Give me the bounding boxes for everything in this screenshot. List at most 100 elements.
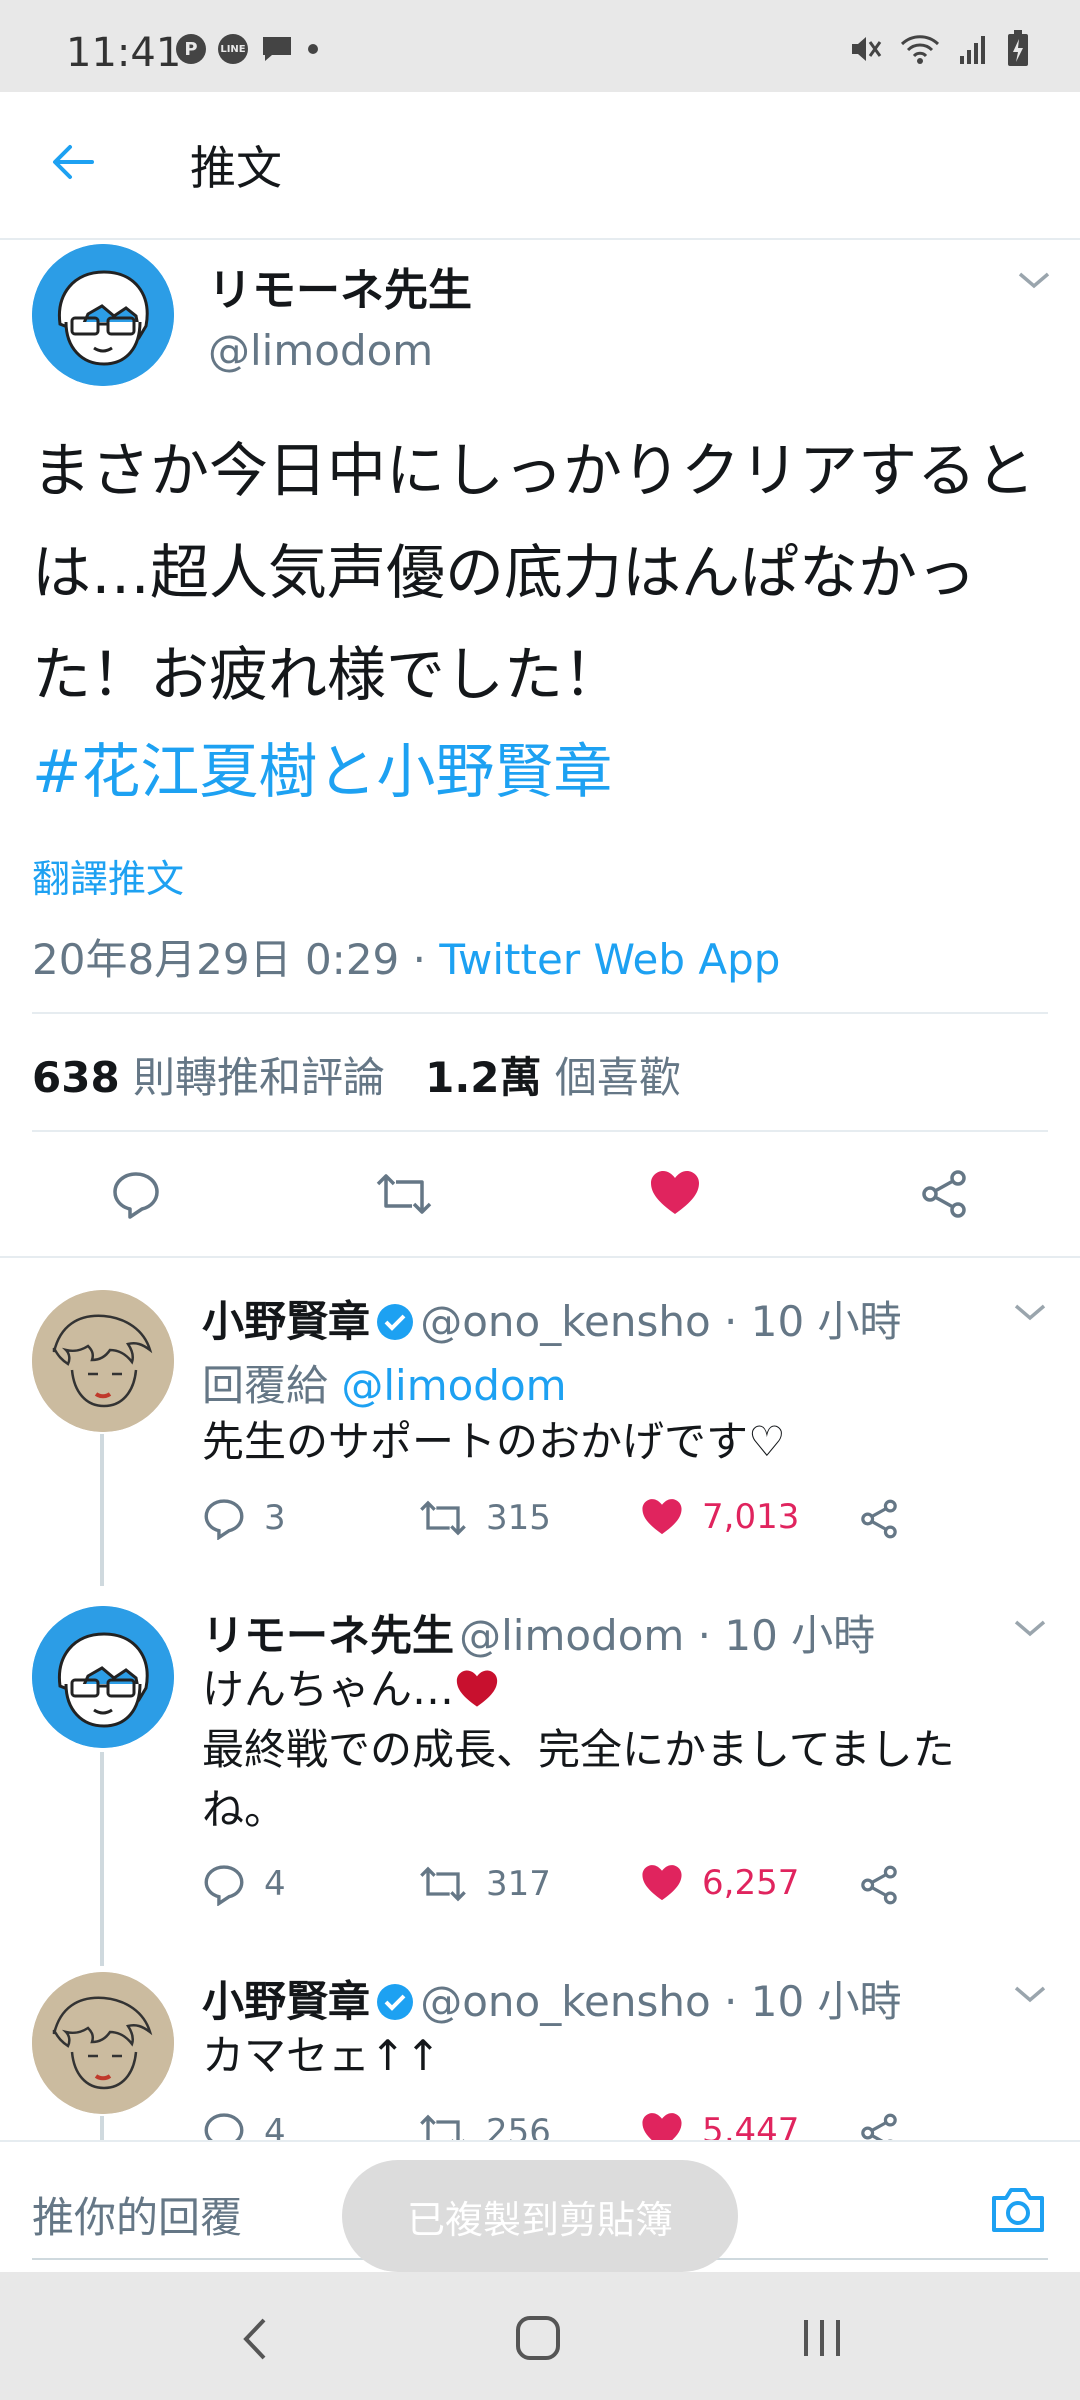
reply-icon — [204, 2113, 244, 2142]
verified-badge-icon — [377, 1984, 414, 2020]
divider — [0, 1256, 1080, 1258]
red-heart-emoji — [456, 1670, 498, 1707]
retweet-button[interactable]: 256 — [418, 2110, 551, 2142]
retweet-button[interactable]: 315 — [418, 1496, 551, 1540]
thread-line — [100, 1434, 104, 1586]
chevron-down-icon[interactable] — [1012, 1300, 1048, 1324]
tweet-stats: 638 則轉推和評論 1.2萬 個喜歡 — [32, 1044, 681, 1105]
tweet-hashtag[interactable]: #花江夏樹と小野賢章 — [32, 724, 612, 809]
author-handle[interactable]: @limodom — [208, 326, 433, 375]
reply-to-mention[interactable]: @limodom — [341, 1361, 566, 1410]
share-icon[interactable] — [858, 1864, 900, 1906]
reply-author-name[interactable]: 小野賢章 — [202, 1297, 370, 1346]
reply-to-label: 回覆給 — [202, 1361, 342, 1410]
like-count: 6,257 — [702, 1863, 800, 1903]
reply-text-part: けんちゃん… — [202, 1665, 455, 1714]
reply-text-line: ね。 — [202, 1785, 287, 1834]
app-header — [0, 92, 1080, 240]
reply-button[interactable]: 3 — [202, 1496, 286, 1540]
reply-text-line: けんちゃん… — [202, 1660, 1022, 1720]
translate-tweet-link[interactable]: 翻譯推文 — [32, 848, 184, 903]
likes-label[interactable]: 個喜歡 — [542, 1053, 681, 1102]
tweet-meta: 20年8月29日 0:29 · Twitter Web App — [32, 926, 780, 987]
like-icon-filled[interactable] — [648, 1168, 702, 1218]
reply-count: 3 — [264, 1498, 286, 1538]
line-app-icon: LINE — [218, 34, 248, 64]
tweet-date: 20年8月29日 0:29 · — [32, 935, 440, 984]
reply-count: 4 — [264, 1864, 286, 1904]
verified-badge-icon — [377, 1304, 414, 1340]
retweets-label[interactable]: 則轉推和評論 — [120, 1053, 385, 1102]
like-count: 5,447 — [702, 2111, 800, 2142]
avatar-drawing — [32, 244, 174, 386]
retweet-count: 315 — [486, 1498, 551, 1538]
reply-header: 小野賢章 @ono_kensho · 10 小時 — [202, 1968, 902, 2029]
reply-icon — [204, 1865, 244, 1906]
retweet-icon[interactable] — [374, 1168, 434, 1220]
avatar-ono-kensho[interactable] — [32, 1290, 174, 1432]
camera-icon[interactable] — [990, 2184, 1046, 2234]
retweets-count[interactable]: 638 — [32, 1053, 120, 1102]
nav-recents-icon[interactable] — [800, 2316, 844, 2360]
like-count: 7,013 — [702, 1497, 800, 1537]
reply-handle-time[interactable]: @ono_kensho · 10 小時 — [420, 1297, 901, 1346]
avatar-ono-kensho[interactable] — [32, 1972, 174, 2114]
retweet-icon — [420, 1866, 466, 1902]
avatar-drawing — [32, 1972, 174, 2114]
mute-icon — [852, 37, 882, 61]
reply-text-line: 最終戦での成長、完全にかましてました — [202, 1725, 955, 1774]
reply-actions: 4 256 5,447 — [202, 2110, 922, 2142]
share-icon[interactable] — [918, 1168, 970, 1220]
wifi-icon — [900, 35, 940, 64]
reply-handle-time[interactable]: @ono_kensho · 10 小時 — [420, 1977, 901, 2026]
likes-count[interactable]: 1.2萬 — [425, 1053, 541, 1102]
reply-text: カマセェ↑↑ — [202, 2031, 441, 2080]
retweet-icon — [420, 1500, 466, 1536]
reply-button[interactable]: 4 — [202, 1862, 286, 1906]
parking-icon: P — [176, 34, 206, 64]
reply-handle-time[interactable]: @limodom · 10 小時 — [459, 1611, 875, 1660]
chevron-down-icon[interactable] — [1012, 1616, 1048, 1640]
reply-author-name[interactable]: リモーネ先生 — [202, 1611, 454, 1660]
chevron-down-icon[interactable] — [1012, 1982, 1048, 2006]
reply-to-line: 回覆給 @limodom — [202, 1352, 567, 1413]
reply-icon — [204, 1499, 244, 1540]
reply-button[interactable]: 4 — [202, 2110, 286, 2142]
reply-count: 4 — [264, 2112, 286, 2142]
like-button[interactable]: 6,257 — [640, 1862, 799, 1904]
reply-icon[interactable] — [110, 1168, 162, 1220]
reply-actions: 4 317 6,257 — [202, 1862, 922, 1914]
avatar-limodom[interactable] — [32, 1606, 174, 1748]
chevron-down-icon[interactable] — [1016, 268, 1052, 292]
page-title: 推文 — [190, 141, 282, 195]
nav-home-icon[interactable] — [514, 2314, 562, 2362]
copied-toast: 已複製到剪貼簿 — [342, 2160, 738, 2272]
retweet-count: 256 — [486, 2112, 551, 2142]
system-icons — [848, 30, 1030, 68]
share-icon[interactable] — [858, 1498, 900, 1540]
message-icon — [263, 37, 291, 61]
divider — [32, 1012, 1048, 1014]
author-name[interactable]: リモーネ先生 — [208, 254, 472, 318]
avatar-limodom[interactable] — [32, 244, 174, 386]
reply-text: けんちゃん… 最終戦での成長、完全にかましてました ね。 — [202, 1660, 1022, 1840]
signal-icon — [960, 36, 985, 64]
nav-back-icon[interactable] — [240, 2316, 270, 2362]
reply-text: 先生のサポートのおかげです♡ — [202, 1417, 786, 1466]
reply-actions: 3 315 7,013 — [202, 1496, 922, 1548]
like-button[interactable]: 5,447 — [640, 2110, 799, 2142]
retweet-button[interactable]: 317 — [418, 1862, 551, 1906]
tweet-source-link[interactable]: Twitter Web App — [439, 935, 780, 984]
like-icon-filled — [642, 1865, 682, 1901]
retweet-count: 317 — [486, 1864, 551, 1904]
reply-header: 小野賢章 @ono_kensho · 10 小時 — [202, 1288, 902, 1349]
like-icon-filled — [642, 2113, 682, 2142]
back-arrow-icon[interactable] — [48, 138, 96, 186]
reply-header: リモーネ先生 @limodom · 10 小時 — [202, 1602, 875, 1663]
dot-icon — [308, 44, 318, 54]
reply-author-name[interactable]: 小野賢章 — [202, 1977, 370, 2026]
share-icon[interactable] — [858, 2112, 900, 2142]
reply-input-placeholder[interactable]: 推你的回覆 — [32, 2184, 242, 2245]
battery-charging-icon — [1008, 30, 1028, 66]
like-button[interactable]: 7,013 — [640, 1496, 799, 1538]
